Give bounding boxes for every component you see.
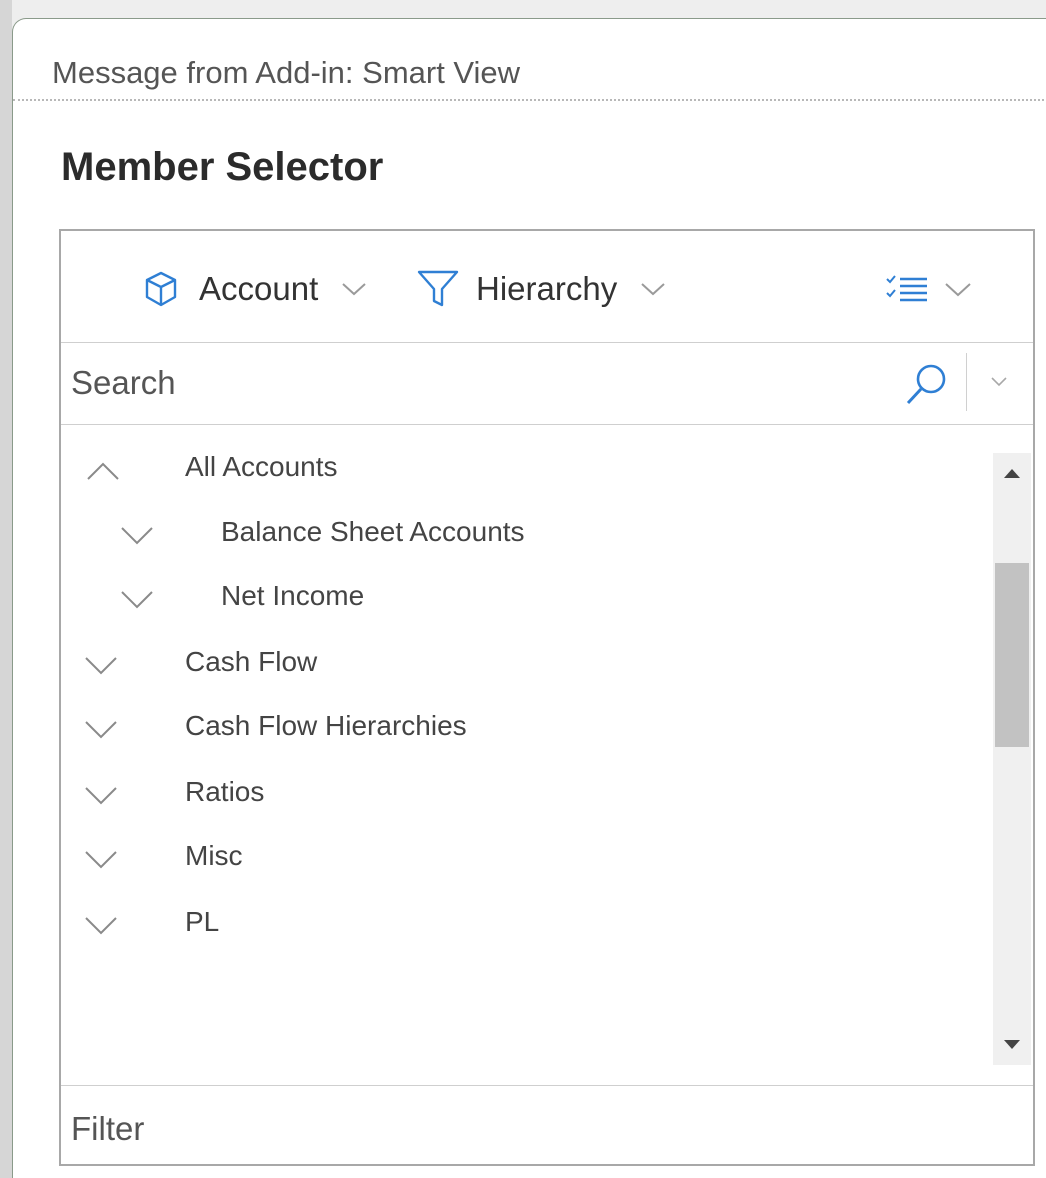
chevron-down-icon[interactable] xyxy=(117,518,157,554)
funnel-icon xyxy=(416,268,460,310)
chevron-down-icon[interactable] xyxy=(81,778,121,814)
tree-item-all-accounts[interactable]: All Accounts xyxy=(61,441,991,501)
chevron-down-icon[interactable] xyxy=(81,908,121,944)
background-window-edge xyxy=(0,0,12,1178)
scroll-thumb[interactable] xyxy=(995,563,1029,747)
chevron-down-icon xyxy=(943,279,973,299)
member-tree: All Accounts Balance Sheet Accounts Net … xyxy=(61,425,1033,1085)
window-title: Message from Add-in: Smart View xyxy=(52,55,521,90)
tree-item-label: Misc xyxy=(185,840,243,871)
tree-item-label: Ratios xyxy=(185,776,265,807)
search-divider xyxy=(966,353,967,411)
chevron-down-icon xyxy=(639,279,667,299)
chevron-down-icon[interactable] xyxy=(117,582,157,618)
chevron-down-icon[interactable] xyxy=(81,648,121,684)
tree-item-balance-sheet-accounts[interactable]: Balance Sheet Accounts xyxy=(61,506,991,566)
tree-item-label: Net Income xyxy=(221,580,365,611)
tree-item-label: Cash Flow xyxy=(185,646,318,677)
options-menu-button[interactable] xyxy=(885,267,973,311)
tree-item-pl[interactable]: PL xyxy=(61,896,991,956)
search-input[interactable] xyxy=(71,355,891,411)
tree-scrollbar[interactable] xyxy=(993,453,1031,1065)
member-selector-panel: Account Hierarchy Search All Accounts Ba… xyxy=(59,229,1035,1166)
search-options-chevron-icon[interactable] xyxy=(983,365,1015,397)
filter-bar: Filter xyxy=(61,1085,1033,1166)
tree-item-net-income[interactable]: Net Income xyxy=(61,570,991,630)
tree-item-label: PL xyxy=(185,906,220,937)
view-label: Hierarchy xyxy=(476,270,618,307)
search-icon[interactable] xyxy=(903,361,951,409)
tree-item-label: Cash Flow Hierarchies xyxy=(185,710,467,741)
cube-icon xyxy=(141,269,181,309)
tree-item-label: All Accounts xyxy=(185,451,338,482)
chevron-down-icon xyxy=(340,279,368,299)
dimension-selector[interactable]: Account xyxy=(141,267,368,311)
tree-item-ratios[interactable]: Ratios xyxy=(61,766,991,826)
toolbar: Account Hierarchy xyxy=(61,231,1033,343)
tree-item-misc[interactable]: Misc xyxy=(61,830,991,890)
title-bar: Message from Add-in: Smart View xyxy=(13,19,1046,101)
dimension-label: Account xyxy=(199,270,319,307)
tree-item-cash-flow-hierarchies[interactable]: Cash Flow Hierarchies xyxy=(61,700,991,760)
tree-item-label: Balance Sheet Accounts xyxy=(221,516,525,547)
scroll-down-arrow-icon[interactable] xyxy=(993,1025,1031,1065)
scroll-up-arrow-icon[interactable] xyxy=(993,453,1031,493)
search-bar xyxy=(61,343,1033,425)
filter-button[interactable]: Filter xyxy=(71,1110,144,1148)
chevron-down-icon[interactable] xyxy=(81,712,121,748)
checklist-icon xyxy=(885,273,929,305)
chevron-down-icon[interactable] xyxy=(81,842,121,878)
chevron-up-icon[interactable] xyxy=(83,453,123,489)
smart-view-dialog: Message from Add-in: Smart View Member S… xyxy=(12,18,1046,1178)
view-selector[interactable]: Hierarchy xyxy=(416,267,667,311)
tree-item-cash-flow[interactable]: Cash Flow xyxy=(61,636,991,696)
dialog-heading: Member Selector xyxy=(61,145,384,189)
